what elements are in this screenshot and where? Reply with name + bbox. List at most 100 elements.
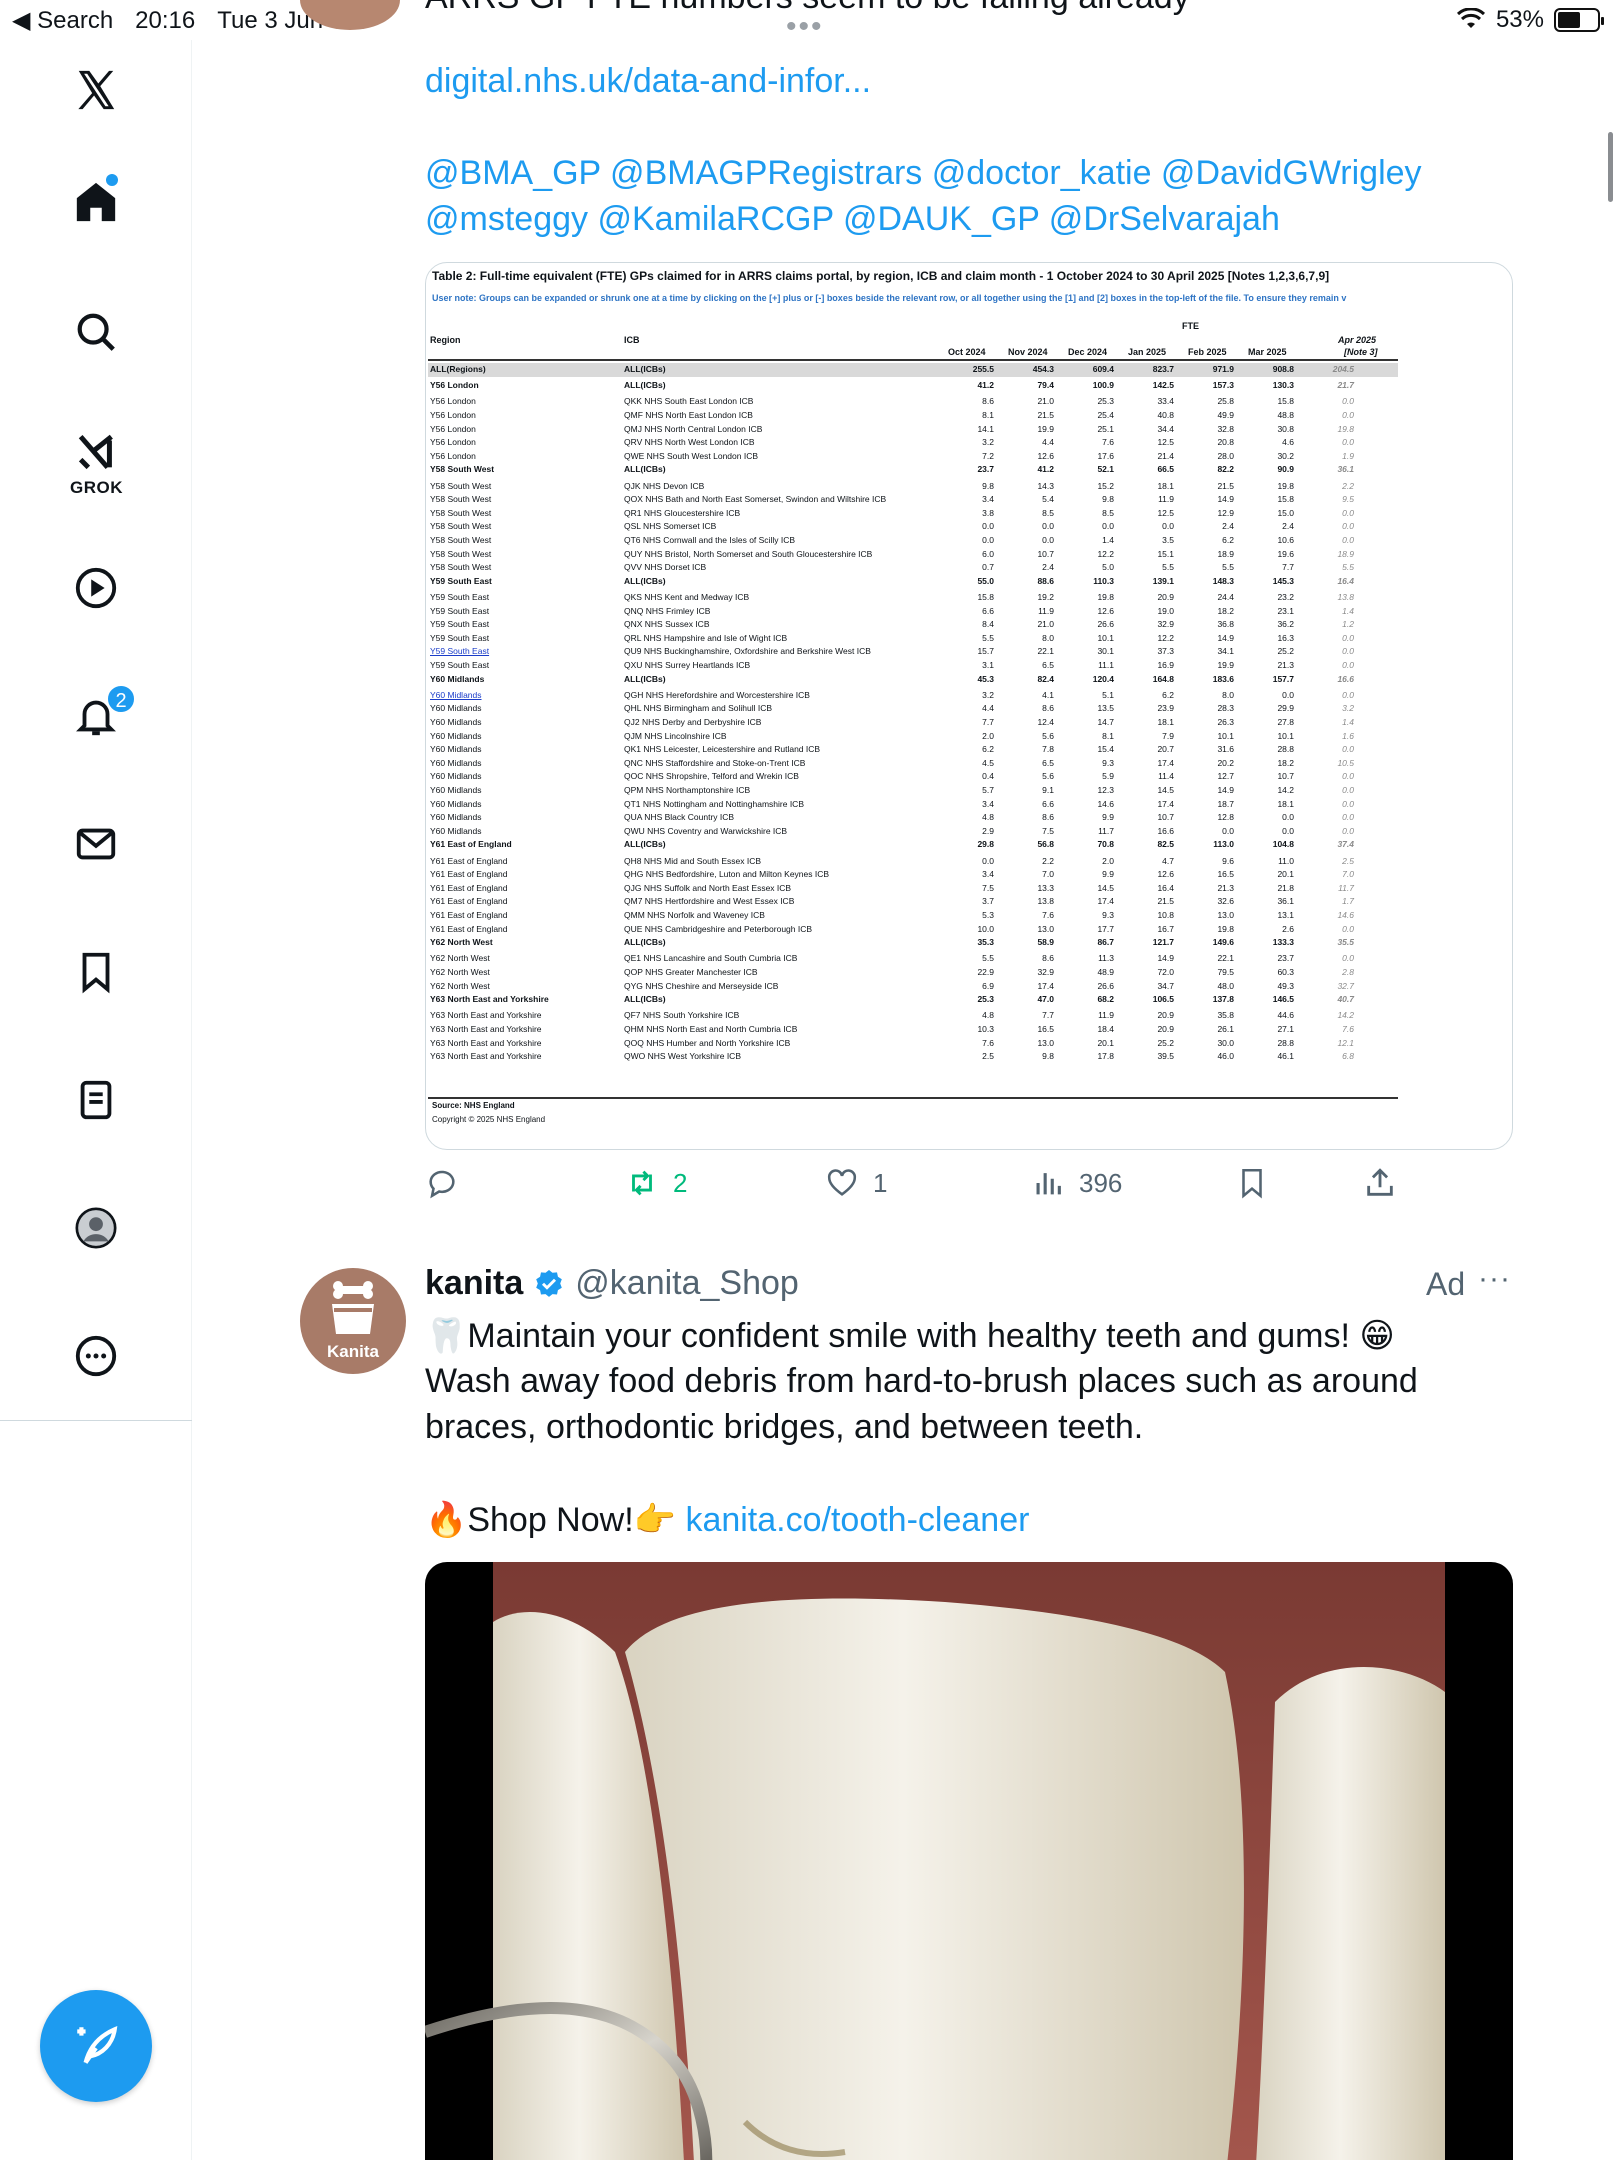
- table-cell-region[interactable]: Y60 Midlands: [430, 690, 482, 700]
- table-cell-value: 4.5: [982, 757, 994, 768]
- table-row: Y61 East of England QMM NHS Norfolk and W…: [428, 909, 1398, 923]
- table-cell-icb: ALL(ICBs): [624, 575, 666, 586]
- table-cell-value: 2.5: [1342, 855, 1354, 866]
- reply-button[interactable]: [425, 1166, 473, 1200]
- table-cell-value: 20.7: [1157, 744, 1174, 755]
- table-cell-value: 204.5: [1332, 364, 1354, 374]
- table-cell-icb: QJ2 NHS Derby and Derbyshire ICB: [624, 717, 762, 727]
- bookmark-button[interactable]: [1235, 1166, 1269, 1200]
- table-user-note: User note: Groups can be expanded or shr…: [432, 293, 1347, 303]
- table-cell-value: 6.2: [1222, 535, 1234, 545]
- table-cell-value: 0.0: [1342, 785, 1354, 795]
- table-cell-region: Y62 North West: [430, 980, 490, 991]
- table-cell-value: 3.7: [982, 896, 994, 907]
- home-icon[interactable]: [64, 170, 128, 234]
- table-cell-value: 23.1: [1277, 605, 1294, 616]
- table-cell-value: 6.8: [1342, 1051, 1354, 1062]
- like-button[interactable]: 1: [825, 1166, 887, 1200]
- table-cell-icb: QE1 NHS Lancashire and South Cumbria ICB: [624, 953, 798, 964]
- table-cell-value: 0.0: [1162, 521, 1174, 532]
- author-name[interactable]: kanita: [425, 1264, 523, 1303]
- table-cell-value: 0.0: [1342, 771, 1354, 782]
- page-scrollbar[interactable]: [1608, 132, 1613, 202]
- table-cell-icb: QOX NHS Bath and North East Somerset, Sw…: [624, 494, 887, 505]
- lists-icon[interactable]: [64, 1068, 128, 1132]
- table-cell-value: 46.0: [1217, 1051, 1234, 1062]
- shop-link[interactable]: kanita.co/tooth-cleaner: [685, 1501, 1029, 1539]
- table-cell-value: 26.1: [1217, 1024, 1234, 1034]
- back-to-search-link[interactable]: ◀ Search: [12, 6, 113, 35]
- ad-video-media[interactable]: [425, 1562, 1513, 2160]
- table-cell-icb: QHL NHS Birmingham and Solihull ICB: [624, 703, 773, 714]
- table-cell-value: 14.6: [1097, 798, 1114, 809]
- more-options-icon[interactable]: [64, 1324, 128, 1388]
- table-cell-value: 9.6: [1222, 855, 1234, 866]
- messages-envelope-icon[interactable]: [64, 812, 128, 876]
- table-row: Y60 Midlands QUA NHS Black Country ICB 4.8…: [428, 811, 1398, 825]
- video-icon[interactable]: [64, 556, 128, 620]
- table-cell-value: 5.6: [1042, 771, 1054, 782]
- table-cell-icb: ALL(ICBs): [624, 937, 666, 948]
- table-cell-region: Y56 London: [430, 396, 476, 407]
- views-button[interactable]: 396: [1031, 1166, 1122, 1200]
- ad-body-line-3: braces, orthodontic bridges, and between…: [425, 1408, 1144, 1446]
- table-cell-value: 19.9: [1217, 660, 1234, 670]
- bookmarks-icon[interactable]: [64, 940, 128, 1004]
- author-handle[interactable]: @kanita_Shop: [575, 1264, 799, 1303]
- profile-avatar-icon[interactable]: [64, 1196, 128, 1260]
- table-cell-value: 19.6: [1277, 548, 1294, 559]
- table-cell-region: Y63 North East and Yorkshire: [430, 1051, 542, 1062]
- search-icon[interactable]: [64, 300, 128, 364]
- table-cell-value: 37.4: [1337, 839, 1354, 850]
- table-cell-value: 19.8: [1217, 923, 1234, 934]
- wifi-icon: [1456, 8, 1485, 28]
- table-cell-value: 7.0: [1042, 869, 1054, 880]
- table-row: Y59 South East QNX NHS Sussex ICB 8.4 21.0 2…: [428, 618, 1398, 632]
- table-cell-value: 6.6: [982, 605, 994, 616]
- table-row: Y59 South East QNQ NHS Frimley ICB 6.6 11.9…: [428, 605, 1398, 619]
- table-cell-value: 25.8: [1217, 396, 1234, 407]
- table-cell-value: 58.9: [1037, 937, 1054, 948]
- table-cell-value: 15.4: [1097, 744, 1114, 755]
- table-cell-icb: QUY NHS Bristol, North Somerset and Sout…: [624, 548, 873, 559]
- table-cell-icb: QHM NHS North East and North Cumbria ICB: [624, 1024, 798, 1034]
- tweet-mentions-line-2[interactable]: @msteggy @KamilaRCGP @DAUK_GP @DrSelvara…: [425, 200, 1280, 239]
- table-cell-value: 4.4: [1042, 437, 1054, 448]
- x-logo-icon[interactable]: [64, 58, 128, 122]
- grok-icon[interactable]: [64, 420, 128, 484]
- table-cell-value: 11.4: [1158, 771, 1174, 782]
- table-row: Y59 South East QU9 NHS Buckinghamshire, O…: [428, 645, 1398, 659]
- table-cell-value: 10.7: [1157, 812, 1174, 823]
- table-cell-region[interactable]: Y59 South East: [430, 646, 489, 656]
- compose-post-button[interactable]: [40, 1990, 152, 2102]
- views-count: 396: [1079, 1167, 1123, 1198]
- tweet-more-menu-icon[interactable]: ···: [1478, 1262, 1511, 1296]
- table-cell-value: 14.3: [1037, 480, 1054, 491]
- table-cell-region: Y58 South West: [430, 535, 492, 545]
- share-button[interactable]: [1363, 1166, 1397, 1200]
- table-cell-value: 0.0: [1342, 535, 1354, 545]
- tweet-external-link[interactable]: digital.nhs.uk/data-and-infor...: [425, 62, 871, 101]
- table-cell-value: 25.4: [1097, 410, 1114, 420]
- table-row: Y62 North West ALL(ICBs) 35.3 58.9 86.7 121.7…: [428, 936, 1398, 950]
- repost-button[interactable]: 2: [625, 1166, 687, 1200]
- advertiser-author[interactable]: kanita @kanita_Shop: [425, 1264, 799, 1303]
- table-cell-value: 21.5: [1217, 480, 1234, 491]
- table-cell-value: 1.4: [1342, 717, 1354, 727]
- table-cell-icb: QT1 NHS Nottingham and Nottinghamshire I…: [624, 798, 804, 809]
- table-cell-value: 25.1: [1097, 423, 1114, 434]
- tweet-mentions-line-1[interactable]: @BMA_GP @BMAGPRegistrars @doctor_katie @…: [425, 154, 1422, 193]
- table-cell-region: Y56 London: [430, 450, 476, 461]
- table-cell-value: 16.6: [1337, 673, 1354, 684]
- table-cell-value: 82.2: [1217, 464, 1234, 475]
- table-cell-value: 7.7: [982, 717, 994, 727]
- multitask-dots-icon[interactable]: •••: [786, 10, 824, 44]
- table-cell-value: 2.2: [1342, 480, 1354, 491]
- table-cell-icb: QKK NHS South East London ICB: [624, 396, 754, 407]
- tweet-image-table[interactable]: Table 2: Full-time equivalent (FTE) GPs …: [425, 262, 1513, 1150]
- table-cell-value: 36.1: [1277, 896, 1294, 907]
- table-cell-value: 17.4: [1037, 980, 1054, 991]
- table-cell-region: Y60 Midlands: [430, 785, 482, 795]
- table-cell-value: 48.9: [1097, 967, 1114, 977]
- table-cell-region: Y58 South West: [430, 480, 492, 491]
